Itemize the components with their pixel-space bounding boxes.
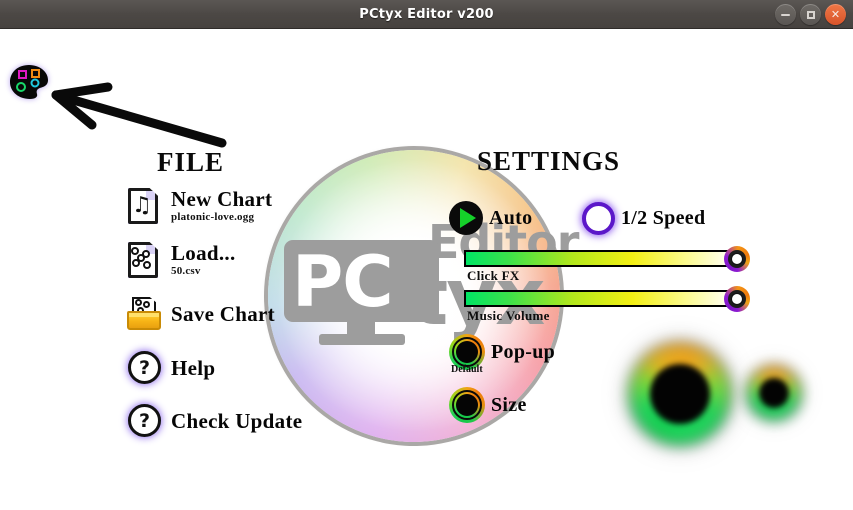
window-controls: ✕	[775, 4, 846, 25]
menu-item-check-update[interactable]: ? Check Update	[125, 402, 302, 440]
chart-document-icon	[125, 241, 163, 279]
note-preview-small[interactable]	[748, 367, 800, 419]
empty-ring-icon	[582, 202, 615, 235]
menu-label: Check Update	[171, 408, 303, 433]
title-bar[interactable]: PCtyx Editor v200 ✕	[0, 0, 853, 29]
menu-sublabel: 50.csv	[171, 264, 201, 277]
save-folder-icon	[125, 295, 163, 333]
orb-core	[650, 364, 710, 424]
toggle-sublabel: Default	[451, 364, 483, 375]
menu-item-help[interactable]: ? Help	[125, 349, 215, 387]
slider-knob[interactable]	[724, 286, 750, 312]
slider-label: Music Volume	[467, 308, 550, 323]
window-title: PCtyx Editor v200	[359, 7, 494, 22]
slider-fill	[466, 292, 734, 305]
menu-item-new-chart[interactable]: ♫ New Chart platonic-love.ogg	[125, 187, 272, 225]
maximize-button[interactable]	[800, 4, 821, 25]
toggle-label: Size	[491, 393, 527, 416]
menu-label: Load...	[171, 240, 236, 265]
note-preview-large[interactable]	[630, 344, 730, 444]
slider-click-fx[interactable]: Click FX	[464, 246, 750, 283]
menu-label: Help	[171, 355, 216, 380]
toggle-label: Pop-up	[491, 340, 556, 363]
toggle-half-speed[interactable]: 1/2 Speed	[582, 202, 705, 235]
menu-label: Save Chart	[171, 301, 275, 326]
menu-item-load[interactable]: Load... 50.csv	[125, 241, 236, 279]
question-mark-icon: ?	[125, 402, 163, 440]
slider-music-volume[interactable]: Music Volume	[464, 286, 750, 323]
arrow-pointer	[51, 82, 227, 148]
music-document-icon: ♫	[125, 187, 163, 225]
menu-label: New Chart	[171, 186, 273, 211]
file-section-heading: FILE	[157, 147, 225, 177]
slider-knob[interactable]	[724, 246, 750, 272]
slider-track[interactable]	[464, 286, 750, 312]
toggle-label: 1/2 Speed	[621, 207, 706, 229]
question-mark-icon: ?	[125, 349, 163, 387]
orb-core	[759, 378, 789, 408]
menu-item-save-chart[interactable]: Save Chart	[125, 295, 275, 333]
toggle-popup[interactable]: Pop-up Default	[449, 334, 556, 375]
settings-section-heading: SETTINGS	[477, 146, 621, 176]
toggle-size[interactable]: Size	[449, 387, 527, 423]
slider-fill	[466, 252, 734, 265]
toggle-auto[interactable]: Auto	[449, 201, 532, 235]
toggle-label: Auto	[489, 206, 533, 229]
minimize-button[interactable]	[775, 4, 796, 25]
slider-track[interactable]	[464, 246, 750, 272]
slider-label: Click FX	[467, 268, 520, 283]
ring-icon	[449, 387, 485, 423]
play-icon	[449, 201, 483, 235]
close-button[interactable]: ✕	[825, 4, 846, 25]
app-canvas: Editor tyx PC FILE ♫ New Chart platonic-…	[0, 29, 853, 510]
menu-sublabel: platonic-love.ogg	[171, 210, 255, 223]
